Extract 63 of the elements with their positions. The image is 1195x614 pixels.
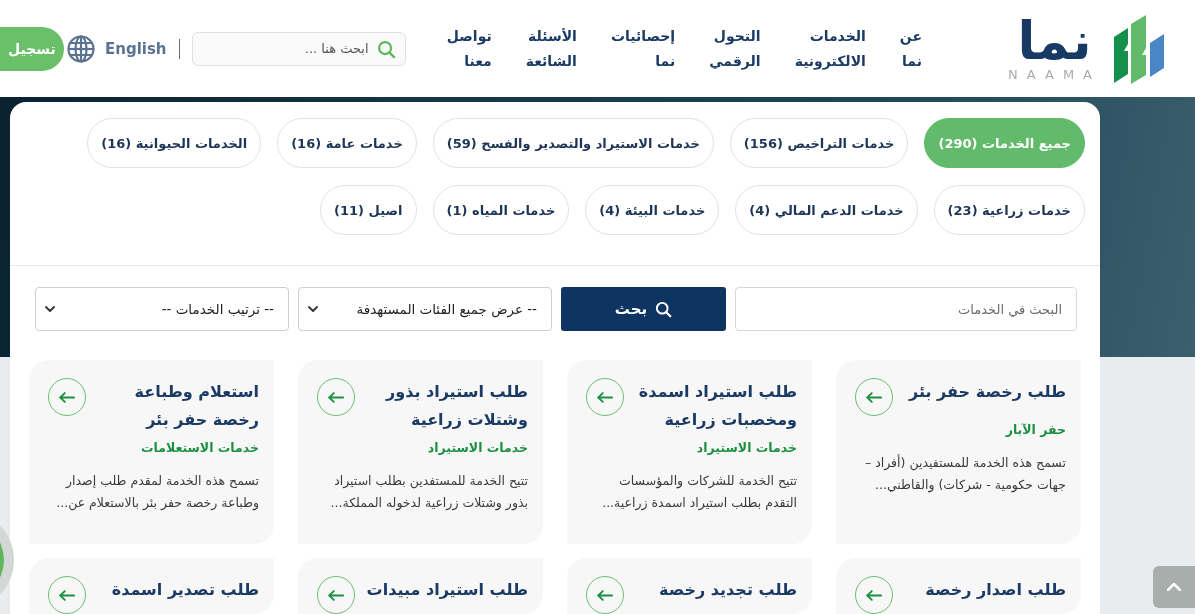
arrow-left-icon — [866, 589, 882, 601]
search-button[interactable]: بحث — [561, 287, 726, 331]
service-card[interactable]: طلب استيراد بذور وشتلات زراعية خدمات الاستيراد تتيح الخدمة للمستفدين بطلب استيراد بذور وشتلات زراعية لدخوله المملكة... — [298, 360, 543, 544]
search-icon — [376, 39, 396, 59]
filter-chip[interactable]: خدمات التراخيص (156) — [729, 118, 909, 168]
logo-text: نما — [1017, 14, 1092, 67]
nav-link[interactable]: إحصائيات نما — [610, 23, 676, 74]
filter-chip[interactable]: خدمات المياه (1) — [432, 185, 570, 235]
nav-link[interactable]: الخدمات الالكترونية — [794, 23, 866, 74]
filter-chip[interactable]: خدمات عامة (16) — [277, 118, 417, 168]
service-category: حفر الآبار — [1004, 421, 1066, 439]
service-title: استعلام وطباعة رخصة حفر بئر — [133, 381, 259, 431]
scroll-top-button[interactable] — [1153, 566, 1195, 608]
arrow-left-icon — [597, 589, 613, 601]
service-title: طلب استيراد مبيدات — [365, 579, 528, 601]
chevron-down-icon — [45, 306, 55, 312]
service-category: خدمات الاستعلامات — [139, 439, 259, 457]
service-description: تتيح الخدمة للمستفدين بطلب استيراد بذور وشتلات زراعية لدخوله المملكة... — [329, 472, 528, 513]
filter-chip[interactable]: خدمات البيئة (4) — [585, 185, 720, 235]
service-category: خدمات الاستيراد — [426, 439, 528, 457]
service-title: طلب اصدار رخصة — [924, 579, 1066, 601]
service-card[interactable]: طلب تصدير اسمدة — [29, 558, 274, 614]
site-search-field[interactable]: ابحث هنا ... — [191, 31, 406, 66]
service-card[interactable]: طلب استيراد اسمدة ومخصبات زراعية خدمات الاستيراد تتيح الخدمة للشركات والمؤسسات التقدم بطلب استيراد اسمدة زراعية... — [567, 360, 812, 544]
service-description: تتيح الخدمة للشركات والمؤسسات التقدم بطلب استيراد اسمدة زراعية... — [601, 472, 797, 513]
chevron-up-icon — [1167, 583, 1181, 591]
nav-link[interactable]: عن نما — [899, 23, 922, 74]
nav-link[interactable]: التحول الرقمي — [709, 23, 761, 74]
service-card[interactable]: طلب اصدار رخصة — [836, 558, 1081, 614]
service-card[interactable]: طلب رخصة حفر بئر حفر الآبار تسمح هذه الخدمة للمستفيدين (أفراد – جهات حكومية - شركات) والقاطني... — [836, 360, 1081, 544]
filter-chip[interactable]: الخدمات الحيوانية (16) — [87, 118, 262, 168]
service-title: طلب رخصة حفر بئر — [907, 381, 1066, 403]
nav-link[interactable]: تواصل معنا — [446, 23, 492, 74]
arrow-left-icon — [597, 391, 613, 403]
service-title: طلب تصدير اسمدة — [110, 579, 259, 601]
search-icon — [655, 300, 673, 318]
language-link[interactable]: English — [105, 39, 167, 58]
category-select[interactable]: -- عرض جميع الفئات المستهدفة — [298, 287, 552, 331]
service-title: طلب استيراد بذور وشتلات زراعية — [384, 381, 528, 431]
arrow-left-icon — [59, 589, 75, 601]
filter-chip[interactable]: خدمات الدعم المالي (4) — [735, 185, 918, 235]
filter-chip[interactable]: اصيل (11) — [320, 185, 417, 235]
filter-chip[interactable]: خدمات زراعية (23) — [933, 185, 1085, 235]
arrow-left-icon — [866, 391, 882, 403]
globe-icon[interactable] — [67, 34, 95, 63]
service-card[interactable]: طلب تجديد رخصة — [567, 558, 812, 614]
service-card[interactable]: طلب استيراد مبيدات — [298, 558, 543, 614]
logo-subtitle: NAAMA — [1008, 66, 1101, 83]
service-title: طلب استيراد اسمدة ومخصبات زراعية — [637, 381, 797, 431]
arrow-left-icon — [328, 391, 344, 403]
filter-chip[interactable]: خدمات الاستيراد والتصدير والفسح (59) — [432, 118, 714, 168]
logo-icon — [1113, 13, 1165, 84]
service-title: طلب تجديد رخصة — [658, 579, 797, 601]
service-description: تسمح هذه الخدمة للمستفيدين (أفراد – جهات حكومية - شركات) والقاطني... — [863, 453, 1066, 495]
sort-select[interactable]: -- ترتيب الخدمات -- — [35, 287, 289, 331]
arrow-left-icon — [328, 589, 344, 601]
service-category: خدمات الاستيراد — [695, 439, 797, 457]
service-card[interactable]: استعلام وطباعة رخصة حفر بئر خدمات الاستعلامات تسمح هذه الخدمة لمقدم طلب إصدار وطباعة رخصة حفر بئر بالاستعلام عن... — [29, 360, 274, 544]
service-search-field[interactable]: البحث في الخدمات — [735, 287, 1077, 331]
service-description: تسمح هذه الخدمة لمقدم طلب إصدار وطباعة رخصة حفر بئر بالاستعلام عن... — [55, 472, 259, 513]
chevron-down-icon — [308, 306, 318, 312]
nav-link[interactable]: الأسئلة الشائعة — [525, 23, 577, 74]
arrow-left-icon — [59, 391, 75, 403]
